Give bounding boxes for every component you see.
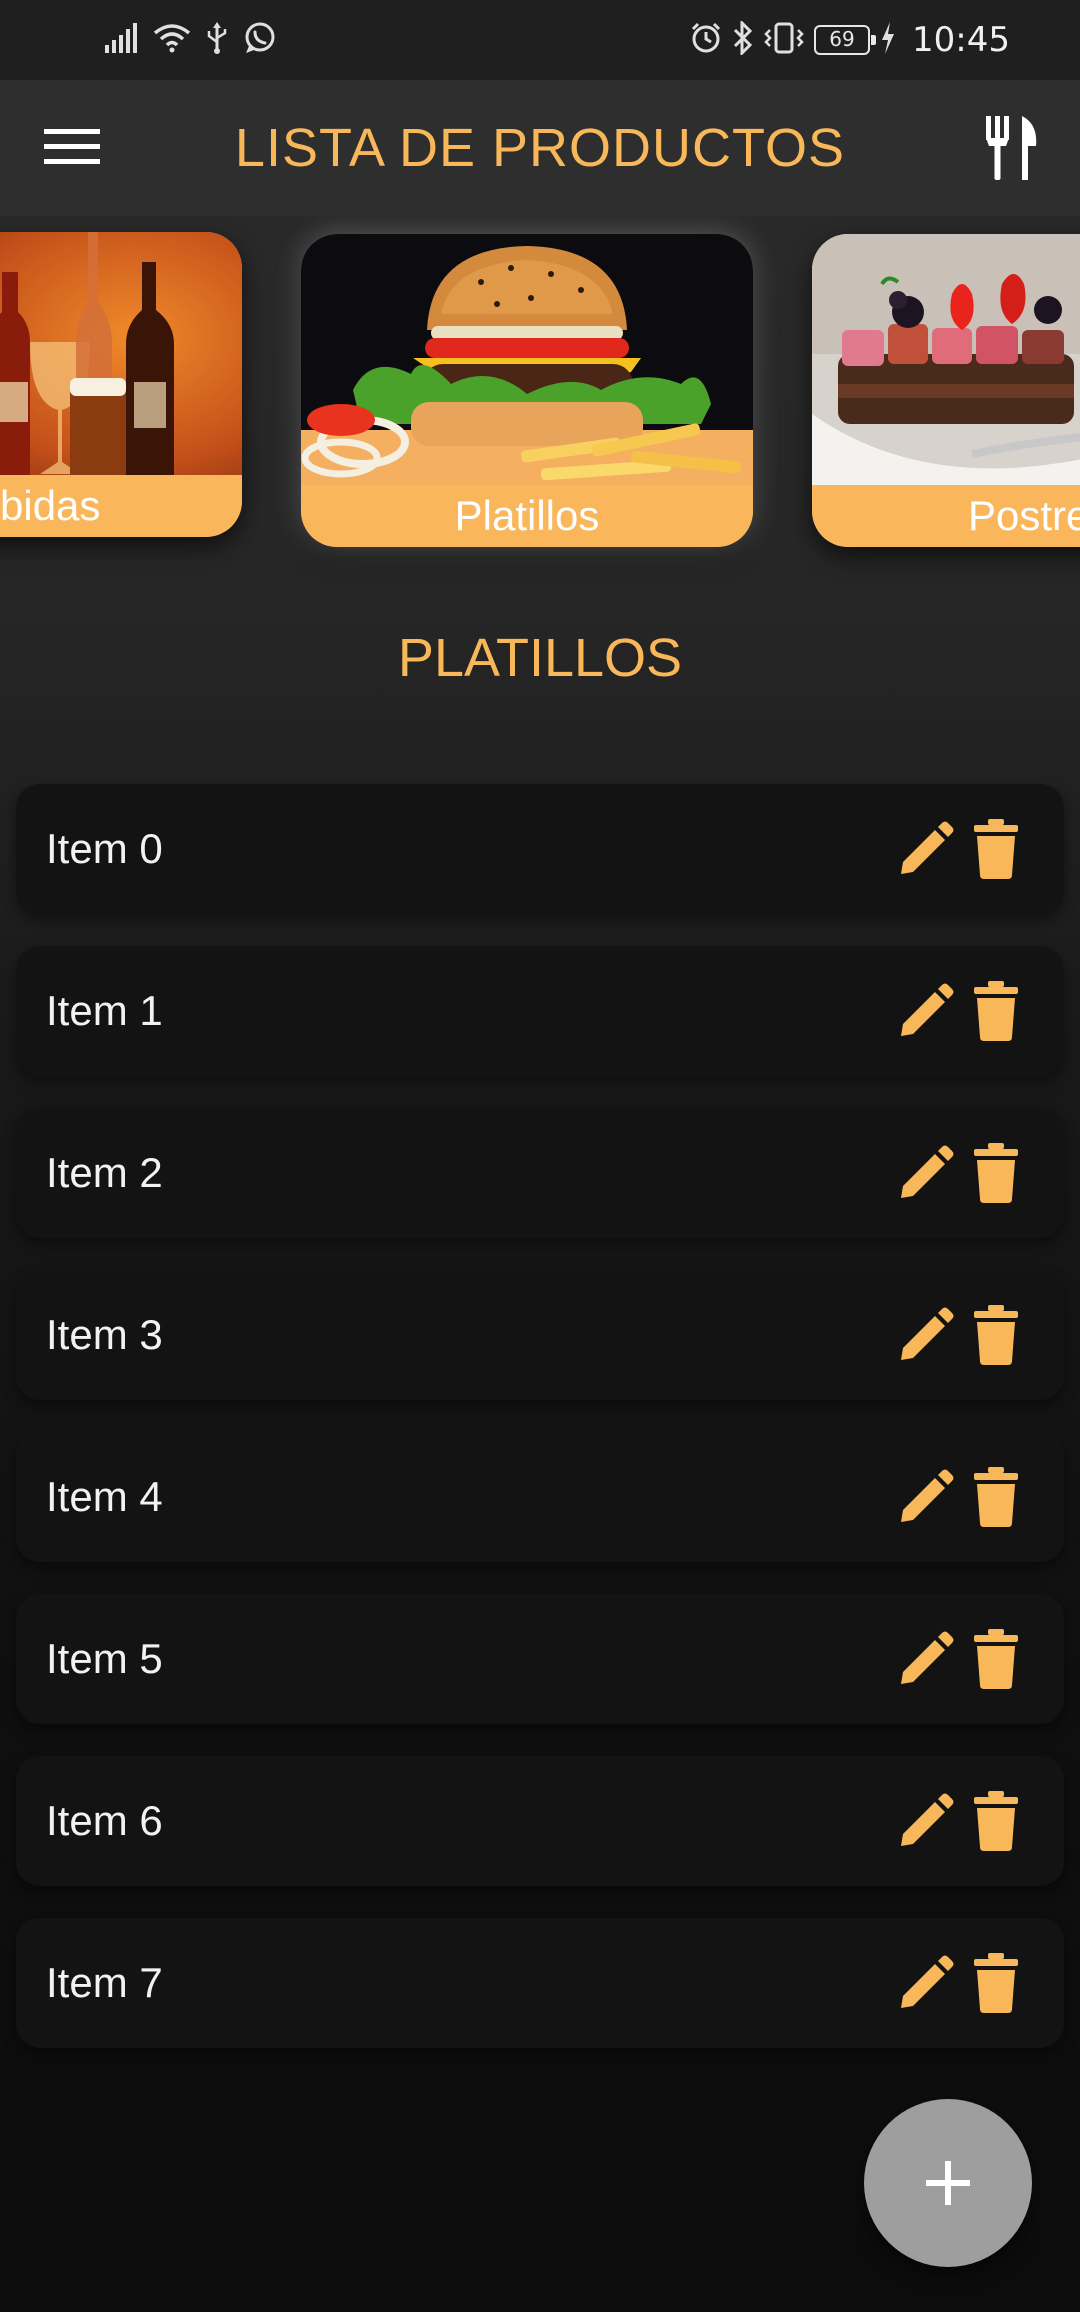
edit-button[interactable]: [896, 1467, 956, 1527]
delete-button[interactable]: [966, 1143, 1026, 1203]
app-title: LISTA DE PRODUCTOS: [234, 118, 846, 178]
pencil-icon: [901, 1469, 954, 1522]
category-carousel[interactable]: bidas Platillos Postre: [0, 216, 1080, 586]
category-card-platillos[interactable]: Platillos: [301, 234, 753, 547]
status-right-icons: 69 10:45: [690, 14, 1010, 66]
bluetooth-icon: [732, 19, 754, 59]
delete-button[interactable]: [966, 1629, 1026, 1689]
pencil-icon: [901, 1793, 954, 1846]
edit-button[interactable]: [896, 1791, 956, 1851]
edit-button[interactable]: [896, 1143, 956, 1203]
trash-icon: [974, 1953, 1018, 2013]
trash-icon: [974, 1143, 1018, 1203]
list-item[interactable]: Item 0: [16, 784, 1064, 914]
usb-icon: [205, 22, 229, 58]
item-label: Item 4: [46, 1473, 163, 1520]
edit-button[interactable]: [896, 1305, 956, 1365]
dessert-image: [812, 234, 1080, 500]
list-item[interactable]: Item 2: [16, 1108, 1064, 1238]
category-label: Platillos: [301, 485, 753, 547]
cutlery-icon: [986, 116, 1037, 180]
whatsapp-icon: [243, 21, 277, 59]
category-label: Postre: [812, 485, 1080, 547]
list-item[interactable]: Item 5: [16, 1594, 1064, 1724]
burger-image: [301, 234, 753, 500]
drinks-image: [0, 232, 242, 494]
pencil-icon: [901, 1955, 954, 2008]
item-label: Item 7: [46, 1959, 163, 2006]
edit-button[interactable]: [896, 1629, 956, 1689]
delete-button[interactable]: [966, 819, 1026, 879]
delete-button[interactable]: [966, 981, 1026, 1041]
alarm-icon: [690, 22, 722, 58]
status-left-icons: [105, 18, 277, 62]
signal-icon: [105, 23, 139, 57]
edit-button[interactable]: [896, 819, 956, 879]
trash-icon: [974, 981, 1018, 1041]
delete-button[interactable]: [966, 1953, 1026, 2013]
list-item[interactable]: Item 6: [16, 1756, 1064, 1886]
trash-icon: [974, 1791, 1018, 1851]
item-label: Item 2: [46, 1149, 163, 1196]
item-label: Item 3: [46, 1311, 163, 1358]
list-item[interactable]: Item 1: [16, 946, 1064, 1076]
section-title: PLATILLOS: [397, 628, 683, 688]
category-card-bebidas[interactable]: bidas: [0, 232, 242, 537]
pencil-icon: [901, 983, 954, 1036]
delete-button[interactable]: [966, 1467, 1026, 1527]
app-screen: 69 10:45 LISTA DE PRODUCTOS bidas Platil…: [0, 0, 1080, 2312]
cutlery-button[interactable]: [970, 98, 1054, 198]
status-bar: 69 10:45: [0, 0, 1080, 80]
edit-button[interactable]: [896, 1953, 956, 2013]
item-label: Item 6: [46, 1797, 163, 1844]
list-item[interactable]: Item 3: [16, 1270, 1064, 1400]
pencil-icon: [901, 821, 954, 874]
category-label: bidas: [0, 475, 242, 537]
edit-button[interactable]: [896, 981, 956, 1041]
battery-icon: 69: [814, 25, 877, 55]
charging-icon: [880, 22, 896, 58]
trash-icon: [974, 1629, 1018, 1689]
trash-icon: [974, 1467, 1018, 1527]
delete-button[interactable]: [966, 1305, 1026, 1365]
plus-icon: [926, 2161, 970, 2205]
delete-button[interactable]: [966, 1791, 1026, 1851]
pencil-icon: [901, 1145, 954, 1198]
wifi-icon: [153, 23, 191, 57]
app-bar: LISTA DE PRODUCTOS: [0, 80, 1080, 216]
item-label: Item 1: [46, 987, 163, 1034]
list-item[interactable]: Item 7: [16, 1918, 1064, 2048]
pencil-icon: [901, 1307, 954, 1360]
category-card-postres[interactable]: Postre: [812, 234, 1080, 547]
item-label: Item 5: [46, 1635, 163, 1682]
item-label: Item 0: [46, 825, 163, 872]
pencil-icon: [901, 1631, 954, 1684]
add-product-button[interactable]: [864, 2099, 1032, 2267]
list-item[interactable]: Item 4: [16, 1432, 1064, 1562]
trash-icon: [974, 1305, 1018, 1365]
status-time: 10:45: [912, 20, 1010, 60]
trash-icon: [974, 819, 1018, 879]
vibrate-icon: [764, 22, 804, 58]
